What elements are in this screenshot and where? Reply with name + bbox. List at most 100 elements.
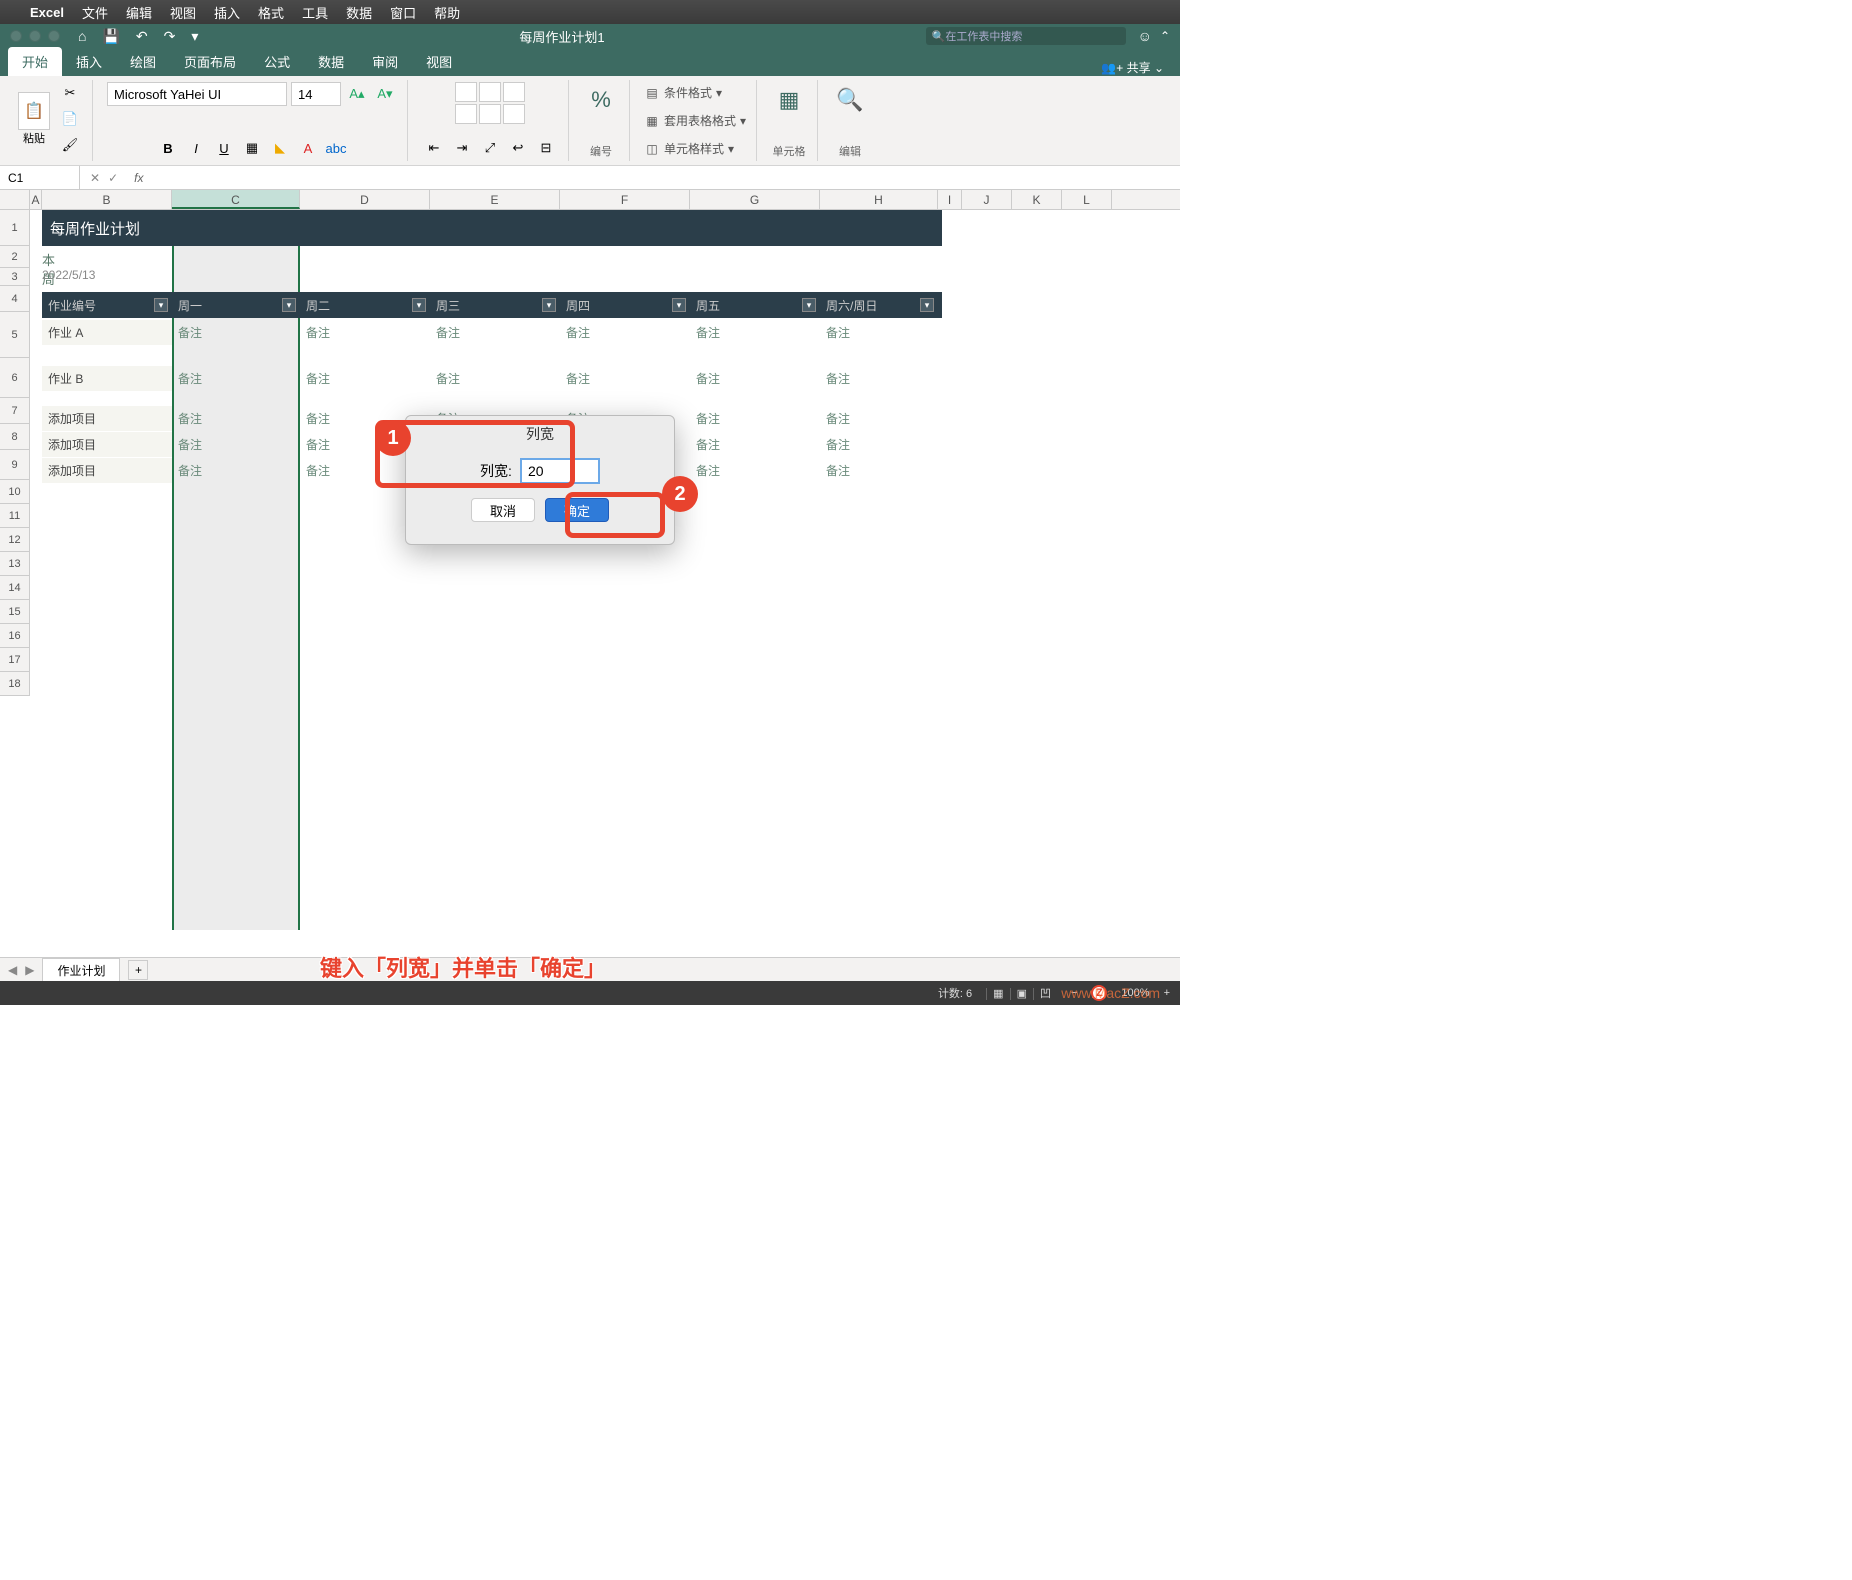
row-header[interactable]: 9 (0, 450, 30, 480)
data-cell[interactable]: 备注 (820, 458, 938, 483)
grow-font-icon[interactable]: A▴ (345, 83, 369, 105)
col-header[interactable]: D (300, 190, 430, 209)
filter-icon[interactable]: ▾ (542, 298, 556, 312)
zoom-in-button[interactable]: + (1164, 987, 1170, 999)
italic-button[interactable]: I (184, 137, 208, 159)
feedback-icon[interactable]: ☺ (1138, 28, 1152, 44)
col-header[interactable]: I (938, 190, 962, 209)
row-header[interactable]: 3 (0, 268, 30, 286)
shrink-font-icon[interactable]: A▾ (373, 83, 397, 105)
data-cell[interactable]: 备注 (690, 320, 820, 345)
row-header[interactable]: 14 (0, 576, 30, 600)
wrap-text-icon[interactable]: ↩ (506, 137, 530, 159)
table-header[interactable]: 周一▾ (172, 292, 300, 318)
sheet-nav-prev-icon[interactable]: ◀ (8, 963, 17, 977)
find-icon[interactable]: 🔍 (832, 82, 868, 118)
align-middle-icon[interactable] (479, 82, 501, 102)
indent-increase-icon[interactable]: ⇥ (450, 137, 474, 159)
row-header[interactable]: 10 (0, 480, 30, 504)
percent-icon[interactable]: % (583, 82, 619, 118)
col-header-selected[interactable]: C (172, 190, 300, 209)
row-header[interactable]: 16 (0, 624, 30, 648)
paste-button[interactable]: 📋 (18, 92, 50, 130)
menu-file[interactable]: 文件 (82, 3, 108, 22)
share-button[interactable]: 👥+ 共享 ⌄ (1101, 59, 1172, 76)
tab-view[interactable]: 视图 (412, 47, 466, 76)
cells-icon[interactable]: ▦ (771, 82, 807, 118)
row-header[interactable]: 1 (0, 210, 30, 246)
data-cell[interactable]: 备注 (820, 432, 938, 457)
table-header[interactable]: 周四▾ (560, 292, 690, 318)
filter-icon[interactable]: ▾ (802, 298, 816, 312)
align-right-icon[interactable] (503, 104, 525, 124)
data-cell[interactable]: 备注 (172, 406, 300, 431)
tab-draw[interactable]: 绘图 (116, 47, 170, 76)
tab-layout[interactable]: 页面布局 (170, 47, 250, 76)
col-header[interactable]: J (962, 190, 1012, 209)
col-header[interactable]: K (1012, 190, 1062, 209)
border-button[interactable]: ▦ (240, 137, 264, 159)
home-icon[interactable]: ⌂ (78, 28, 86, 45)
traffic-lights[interactable] (10, 30, 60, 42)
data-cell[interactable]: 备注 (430, 320, 560, 345)
customize-icon[interactable]: ▾ (191, 28, 198, 45)
save-icon[interactable]: 💾 (102, 28, 119, 45)
row-header[interactable]: 4 (0, 286, 30, 312)
tab-formulas[interactable]: 公式 (250, 47, 304, 76)
table-header[interactable]: 周六/周日▾ (820, 292, 938, 318)
tab-insert[interactable]: 插入 (62, 47, 116, 76)
align-left-icon[interactable] (455, 104, 477, 124)
col-header[interactable]: G (690, 190, 820, 209)
table-header[interactable]: 周五▾ (690, 292, 820, 318)
merge-icon[interactable]: ⊟ (534, 137, 558, 159)
row-id-cell[interactable]: 添加项目 (42, 458, 172, 483)
add-sheet-button[interactable]: + (128, 960, 148, 980)
underline-button[interactable]: U (212, 137, 236, 159)
filter-icon[interactable]: ▾ (282, 298, 296, 312)
redo-icon[interactable]: ↷ (164, 28, 176, 45)
row-header[interactable]: 15 (0, 600, 30, 624)
data-cell[interactable]: 备注 (820, 320, 938, 345)
data-cell[interactable]: 备注 (172, 458, 300, 483)
cut-icon[interactable]: ✂ (58, 82, 82, 104)
conditional-format-button[interactable]: ▤条件格式 ▾ (644, 82, 722, 103)
data-cell[interactable]: 备注 (172, 366, 300, 391)
align-center-icon[interactable] (479, 104, 501, 124)
sheet-nav-next-icon[interactable]: ▶ (25, 963, 34, 977)
col-header[interactable]: B (42, 190, 172, 209)
table-header[interactable]: 周二▾ (300, 292, 430, 318)
row-header[interactable]: 6 (0, 358, 30, 398)
menu-insert[interactable]: 插入 (214, 3, 240, 22)
search-input[interactable]: 🔍 在工作表中搜索 (926, 27, 1126, 45)
bold-button[interactable]: B (156, 137, 180, 159)
tab-data[interactable]: 数据 (304, 47, 358, 76)
font-color-button[interactable]: A (296, 137, 320, 159)
orientation-icon[interactable]: ⤢ (478, 137, 502, 159)
row-id-cell[interactable]: 作业 A (42, 320, 172, 345)
app-name[interactable]: Excel (30, 5, 64, 20)
indent-decrease-icon[interactable]: ⇤ (422, 137, 446, 159)
data-cell[interactable]: 备注 (690, 458, 820, 483)
cell-style-button[interactable]: ◫单元格样式 ▾ (644, 138, 734, 159)
font-size-select[interactable]: 14 (291, 82, 341, 106)
data-cell[interactable]: 备注 (820, 366, 938, 391)
row-header[interactable]: 2 (0, 246, 30, 268)
tab-home[interactable]: 开始 (8, 47, 62, 76)
row-header[interactable]: 13 (0, 552, 30, 576)
name-box[interactable]: C1 (0, 166, 80, 189)
menu-tools[interactable]: 工具 (302, 3, 328, 22)
filter-icon[interactable]: ▾ (920, 298, 934, 312)
data-cell[interactable]: 备注 (820, 406, 938, 431)
undo-icon[interactable]: ↶ (136, 28, 148, 45)
data-cell[interactable]: 备注 (300, 320, 430, 345)
select-all-corner[interactable] (0, 190, 30, 209)
row-id-cell[interactable]: 添加项目 (42, 406, 172, 431)
table-header[interactable]: 作业编号▾ (42, 292, 172, 318)
align-bottom-icon[interactable] (503, 82, 525, 102)
menu-edit[interactable]: 编辑 (126, 3, 152, 22)
cancel-button[interactable]: 取消 (471, 498, 535, 522)
phonetic-button[interactable]: abc (324, 137, 348, 159)
table-header[interactable]: 周三▾ (430, 292, 560, 318)
copy-icon[interactable]: 📄 (58, 108, 82, 130)
data-cell[interactable]: 备注 (560, 366, 690, 391)
